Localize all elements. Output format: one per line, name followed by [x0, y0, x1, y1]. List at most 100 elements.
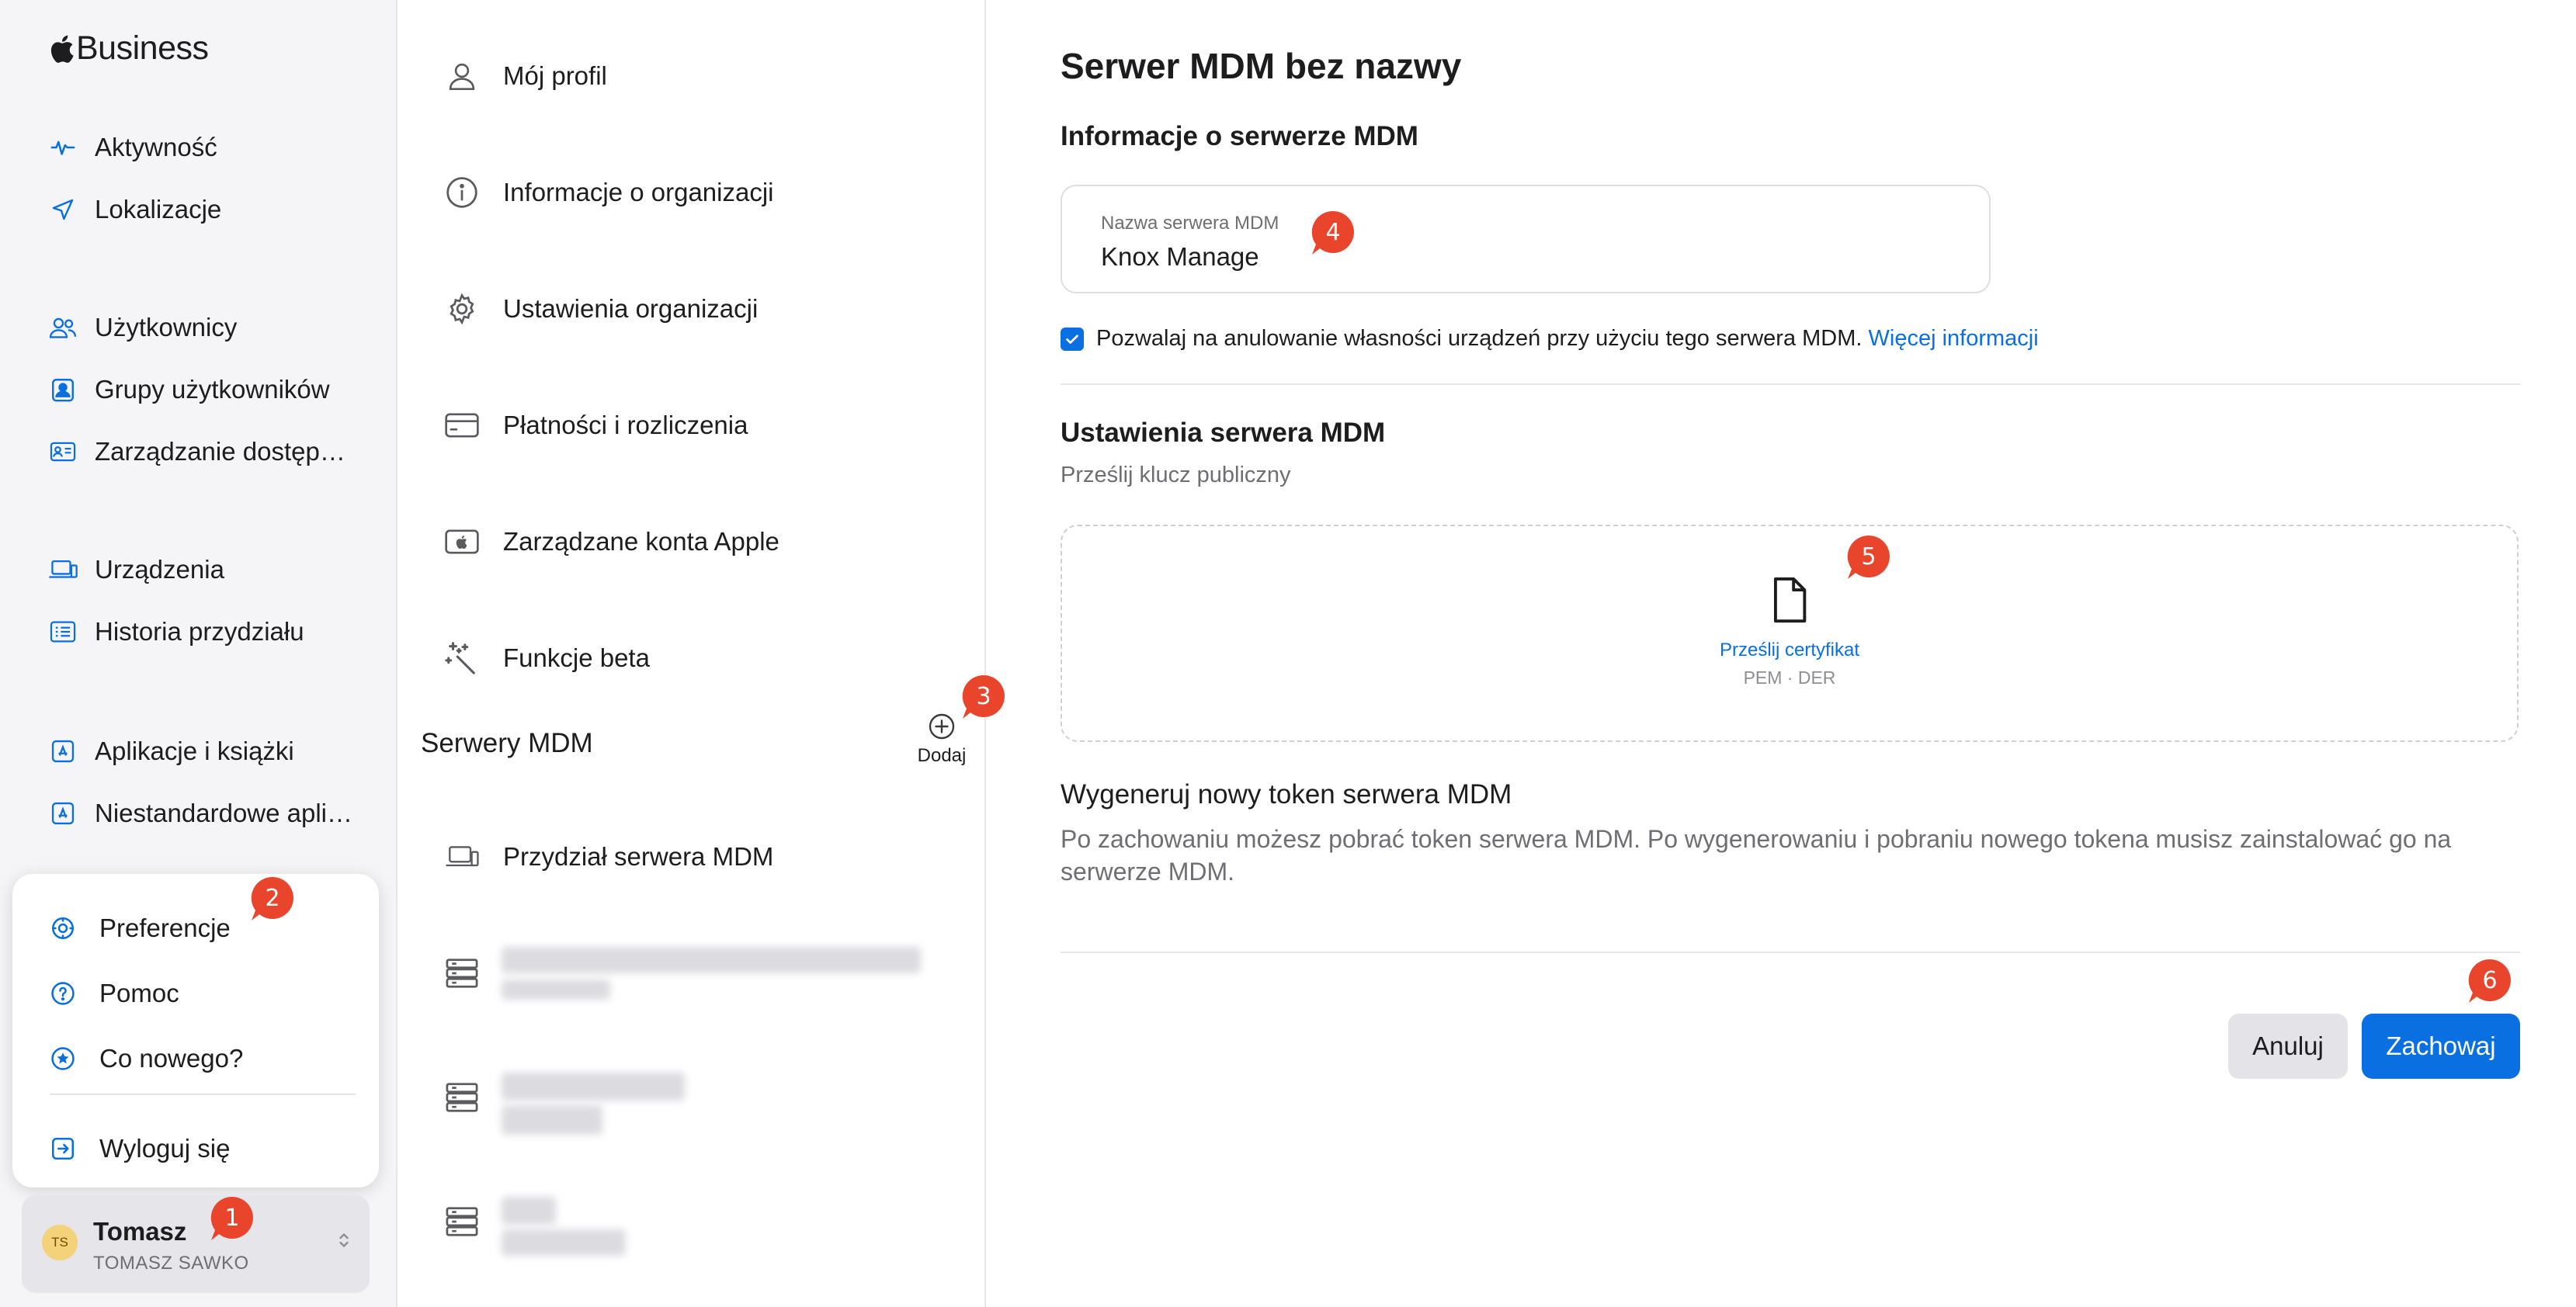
upload-certificate-link[interactable]: Prześlij certyfikat	[1720, 640, 1859, 661]
sidebar-item-assignment-history[interactable]: Historia przydziału	[48, 608, 304, 655]
sidebar-item-label: Urządzenia	[95, 555, 224, 584]
settings-item-label: Funkcje beta	[503, 643, 650, 672]
document-icon	[1769, 576, 1810, 624]
menu-item-label: Pomoc	[99, 979, 179, 1007]
menu-item-sign-out[interactable]: Wyloguj się	[50, 1127, 230, 1170]
server-icon	[444, 955, 480, 991]
apple-account-icon	[444, 524, 480, 560]
settings-nav: Mój profil Informacje o organizacji Usta…	[398, 0, 986, 1307]
settings-item-label: Ustawienia organizacji	[503, 294, 759, 323]
section-divider	[1061, 952, 2520, 953]
upload-formats: PEM · DER	[1743, 667, 1836, 688]
settings-item-organization-settings[interactable]: Ustawienia organizacji	[444, 284, 758, 334]
settings-item-organization-info[interactable]: Informacje o organizacji	[444, 168, 774, 217]
redacted-server-detail	[502, 1105, 602, 1135]
mdm-server-item[interactable]	[444, 1197, 480, 1246]
mdm-server-name-field[interactable]: Nazwa serwera MDM Knox Manage	[1061, 185, 1991, 293]
star-icon	[50, 1045, 76, 1072]
save-button[interactable]: Zachowaj	[2362, 1014, 2520, 1079]
mdm-server-item[interactable]	[444, 948, 480, 998]
list-icon	[48, 617, 78, 647]
credit-card-icon	[444, 407, 480, 443]
settings-item-mdm-assignment[interactable]: Przydział serwera MDM	[444, 832, 773, 882]
settings-item-label: Przydział serwera MDM	[503, 842, 774, 871]
annotation-marker-6: 6	[2466, 958, 2514, 1006]
settings-item-label: Płatności i rozliczenia	[503, 411, 748, 439]
user-group-icon	[48, 375, 78, 404]
app-store-icon	[48, 737, 78, 766]
apple-business-logo[interactable]: Business	[48, 29, 209, 68]
sidebar: Business Aktywność Lokalizacje Użytkowni…	[0, 0, 398, 1307]
sidebar-item-label: Niestandardowe apli…	[95, 799, 353, 827]
allow-release-text: Pozwalaj na anulowanie własności urządze…	[1096, 326, 1863, 351]
menu-divider	[50, 1094, 356, 1095]
add-label: Dodaj	[917, 745, 967, 766]
token-description: Po zachowaniu możesz pobrać token serwer…	[1061, 825, 2452, 886]
sidebar-item-label: Grupy użytkowników	[95, 375, 330, 404]
app-store-icon	[48, 799, 78, 828]
sidebar-item-label: Aplikacje i książki	[95, 737, 294, 765]
menu-item-whats-new[interactable]: Co nowego?	[50, 1037, 243, 1080]
upload-key-hint: Prześlij klucz publiczny	[1061, 463, 1291, 487]
redacted-server-name	[502, 947, 921, 973]
mdm-settings-heading: Ustawienia serwera MDM	[1061, 418, 1386, 448]
sidebar-item-locations[interactable]: Lokalizacje	[48, 186, 221, 233]
page-title: Serwer MDM bez nazwy	[1061, 46, 1462, 86]
cancel-button[interactable]: Anuluj	[2228, 1014, 2348, 1079]
info-icon	[444, 175, 480, 210]
sidebar-item-devices[interactable]: Urządzenia	[48, 546, 224, 593]
mdm-server-name-input[interactable]: Knox Manage	[1101, 242, 1259, 272]
id-card-icon	[48, 437, 78, 466]
brand-name: Business	[76, 29, 209, 67]
field-label: Nazwa serwera MDM	[1101, 213, 1279, 234]
gear-icon	[444, 291, 480, 327]
sidebar-item-users[interactable]: Użytkownicy	[48, 304, 237, 351]
plus-circle-icon	[928, 712, 956, 740]
mdm-server-detail: Serwer MDM bez nazwy Informacje o serwer…	[1061, 0, 2520, 1307]
settings-item-beta-features[interactable]: Funkcje beta	[444, 633, 650, 683]
allow-release-checkbox[interactable]	[1061, 327, 1084, 351]
more-info-link[interactable]: Więcej informacji	[1869, 326, 2039, 351]
user-account-button[interactable]: TS Tomasz TOMASZ SAWKO	[22, 1195, 370, 1293]
person-icon	[444, 58, 480, 94]
activity-icon	[48, 133, 78, 162]
sidebar-item-label: Historia przydziału	[95, 617, 304, 646]
annotation-marker-5: 5	[1845, 534, 1893, 582]
apple-logo-icon	[50, 35, 74, 63]
settings-item-label: Mój profil	[503, 61, 607, 90]
help-icon	[50, 980, 76, 1007]
laptop-icon	[48, 555, 78, 584]
certificate-dropzone[interactable]: Prześlij certyfikat PEM · DER	[1061, 525, 2519, 742]
sidebar-item-label: Aktywność	[95, 133, 217, 161]
users-icon	[48, 313, 78, 342]
sidebar-item-activity[interactable]: Aktywność	[48, 124, 217, 171]
settings-item-my-profile[interactable]: Mój profil	[444, 51, 607, 101]
annotation-marker-2: 2	[248, 875, 297, 924]
user-full-name: TOMASZ SAWKO	[93, 1253, 249, 1274]
server-icon	[444, 1204, 480, 1239]
sidebar-item-apps-books[interactable]: Aplikacje i książki	[48, 728, 294, 775]
user-popup-menu: Preferencje Pomoc Co nowego? Wyloguj się	[12, 874, 379, 1187]
laptop-icon	[444, 839, 480, 875]
sidebar-item-custom-apps[interactable]: Niestandardowe apli…	[48, 790, 352, 837]
sidebar-item-label: Zarządzanie dostęp…	[95, 437, 345, 466]
section-divider	[1061, 383, 2520, 385]
sidebar-item-user-groups[interactable]: Grupy użytkowników	[48, 366, 330, 413]
sidebar-item-label: Użytkownicy	[95, 313, 238, 341]
mdm-server-item[interactable]	[444, 1073, 480, 1122]
server-icon	[444, 1080, 480, 1115]
menu-item-label: Co nowego?	[99, 1044, 244, 1073]
mdm-info-heading: Informacje o serwerze MDM	[1061, 121, 1418, 151]
magic-wand-icon	[444, 640, 480, 676]
avatar: TS	[42, 1225, 78, 1260]
redacted-server-name	[502, 1197, 556, 1225]
menu-item-preferences[interactable]: Preferencje	[50, 907, 231, 950]
sidebar-item-access-management[interactable]: Zarządzanie dostęp…	[48, 428, 345, 475]
chevron-up-down-icon	[337, 1229, 351, 1251]
gear-icon	[50, 915, 76, 941]
menu-item-label: Preferencje	[99, 914, 231, 942]
menu-item-help[interactable]: Pomoc	[50, 972, 179, 1015]
settings-item-managed-apple-accounts[interactable]: Zarządzane konta Apple	[444, 517, 779, 567]
settings-item-payments[interactable]: Płatności i rozliczenia	[444, 400, 748, 450]
annotation-marker-4: 4	[1309, 210, 1357, 258]
